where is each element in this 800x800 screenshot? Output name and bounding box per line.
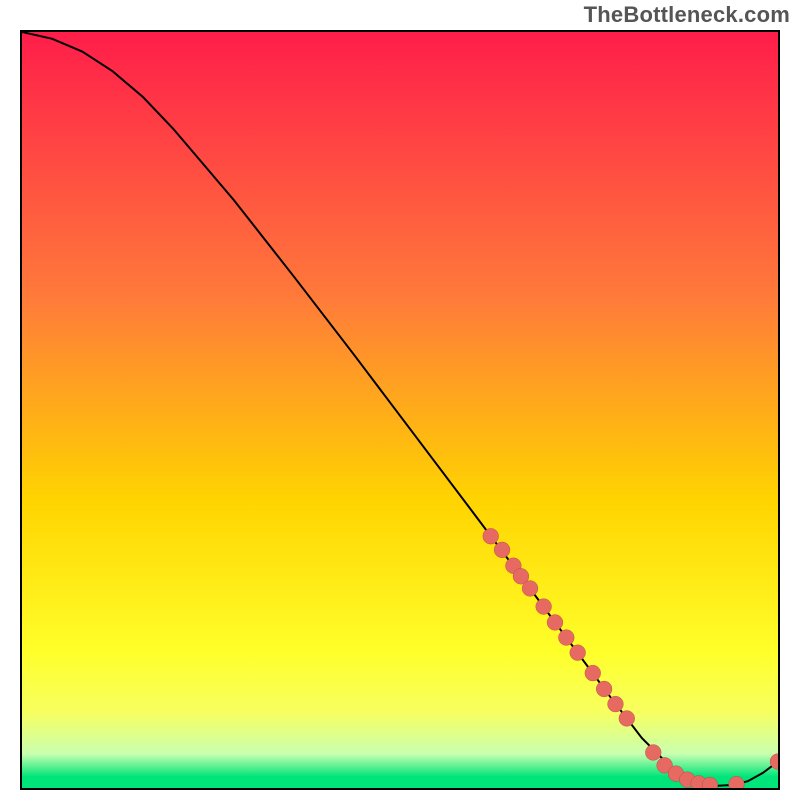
chart-container: TheBottleneck.com [0,0,800,800]
data-dot [536,599,552,615]
data-dot [522,580,538,596]
data-dot [596,681,612,697]
gradient-background [22,32,778,788]
data-dot [608,696,624,712]
data-dot [483,528,499,544]
data-dot [570,645,586,661]
plot-area [20,30,780,790]
watermark-text: TheBottleneck.com [584,2,790,28]
data-dot [585,665,601,681]
data-dot [619,711,635,727]
data-dot [494,542,510,558]
chart-svg [22,32,778,788]
data-dot [558,630,574,646]
data-dot [645,745,661,761]
data-dot [547,614,563,630]
